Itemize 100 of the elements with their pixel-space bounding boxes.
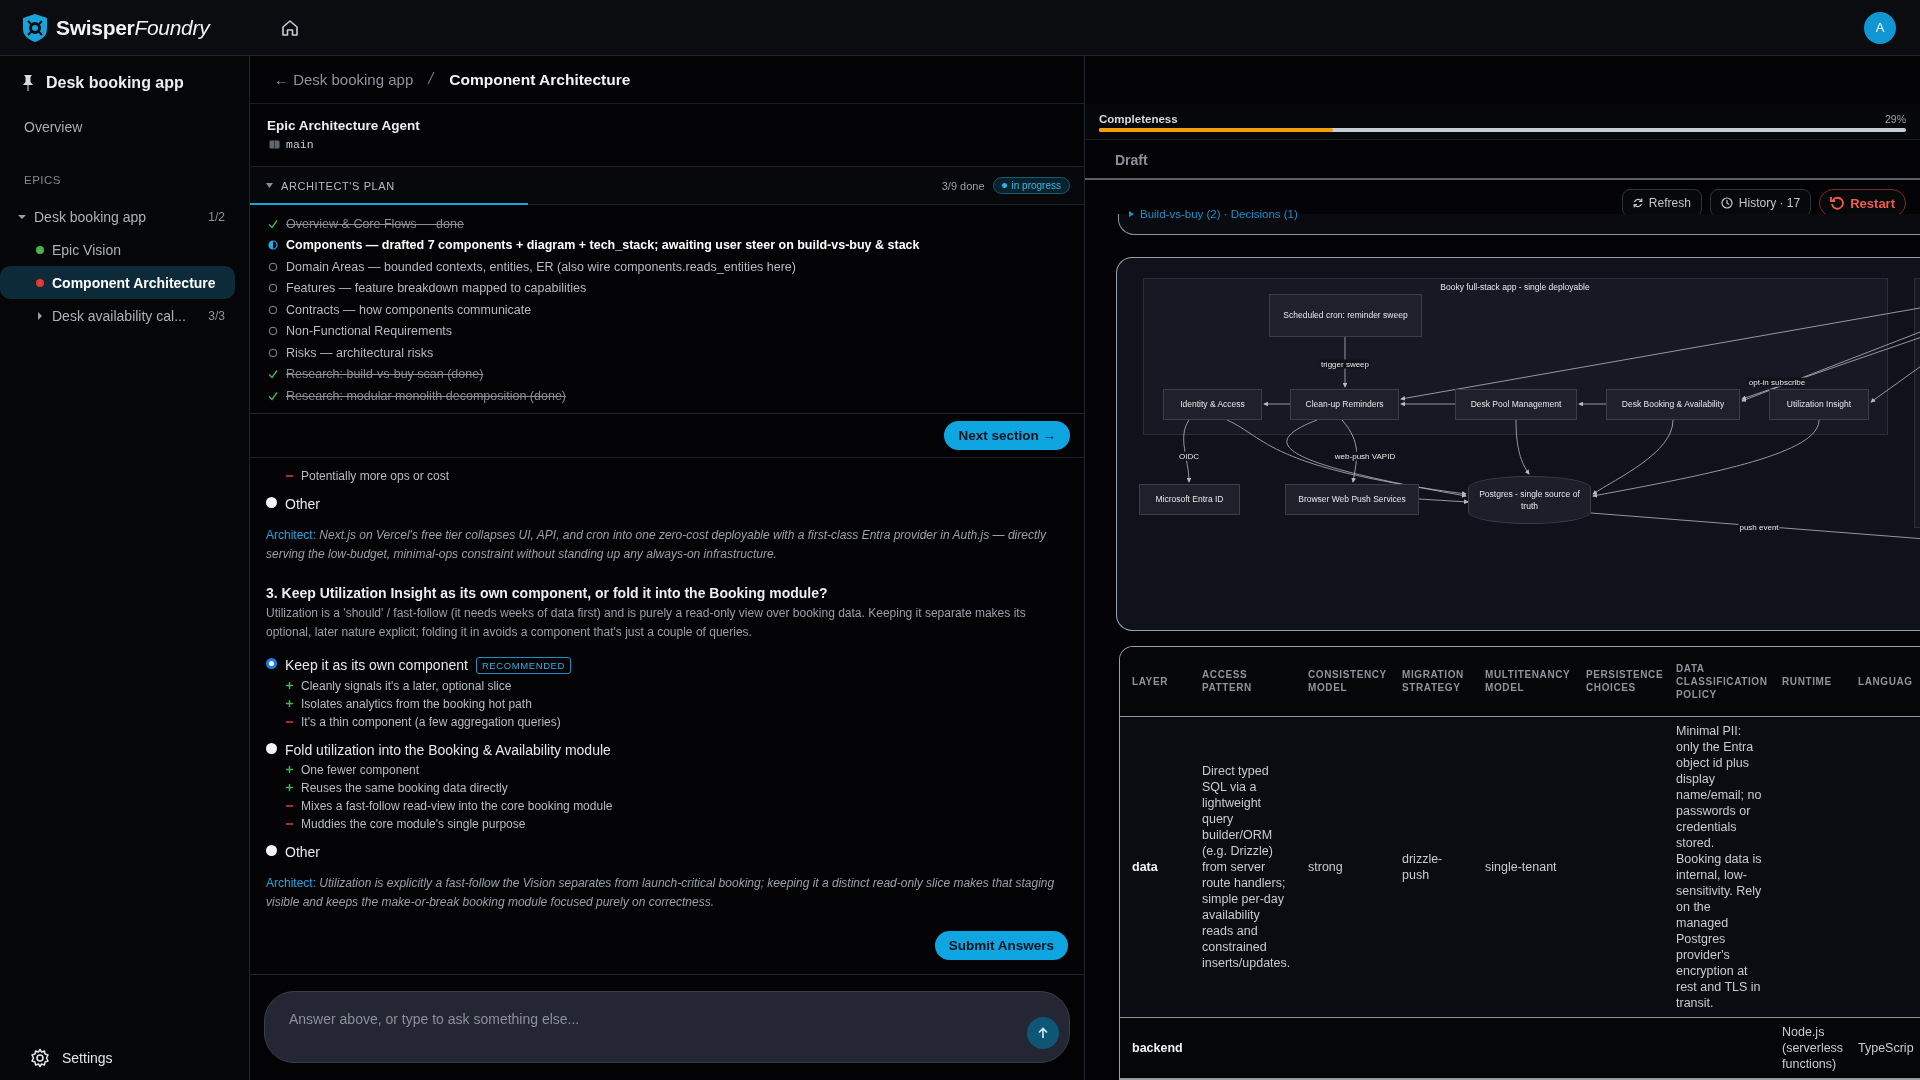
question-description: Utilization is a 'should' / fast-follow (it needs weeks of data first) and is purely a read-only view over booking data. Keeping it separate makes its optional, later nature explicit; folding it in avoids a component that's just a couple of queries. [266,604,1027,641]
tree-item[interactable]: Desk booking app 1/2 [0,200,235,233]
group-label: Booky full-stack app - single deployable [1440,281,1590,292]
plan-item: Overview & Core Flows — done [286,216,464,231]
architect-note: Architect: Next.js on Vercel's free tier collapses UI, API, and cron into one zero-cost deployable with a first-class Entra provider in Auth.js — directly serving the low-budget, minimal-ops constraint without standing up any always-on infrastructure. [266,526,1048,563]
arrow-up-icon [1037,1027,1049,1039]
tree-item[interactable]: Component Architecture [0,266,235,299]
edge-label: trigger sweep [1320,359,1370,368]
option-point: Muddies the core module's single purpose [301,815,526,832]
tree-item-label: Component Architecture [52,274,217,291]
table-cell: single-tenant [1473,716,1574,1018]
database-node: Postgres - single source of truth [1468,475,1591,524]
edge-label: web-push VAPID [1333,451,1397,460]
plan-item: Domain Areas — bounded contexts, entities, ER (also wire components.reads_entities here) [286,259,796,274]
history-button[interactable]: History · 17 [1709,189,1812,217]
tree-item-label: Desk availability cal... [52,307,187,324]
diagram-node: Utilization Insight [1769,388,1869,420]
item-count: 1/2 [208,209,226,224]
question-title: 3. Keep Utilization Insight as its own component, or fold it into the Booking module? [266,584,829,601]
refresh-icon [1632,198,1643,208]
send-button[interactable] [1027,1017,1059,1049]
option-point: Potentially more ops or cost [301,467,450,484]
agent-title: Epic Architecture Agent [267,118,421,133]
table-cell: backend [1120,1017,1190,1079]
page-title: Component Architecture [449,70,631,89]
diagram-node: Browser Web Push Services [1285,483,1419,515]
table-cell: data [1120,716,1190,1018]
radio-button[interactable] [266,742,277,754]
home-icon[interactable] [280,17,300,38]
recommended-badge: RECOMMENDED [475,656,572,674]
caret-down-icon[interactable] [266,183,273,188]
plan-item: Contracts — how components communicate [286,302,532,317]
project-title: Desk booking app [46,74,184,92]
option-label[interactable]: Keep it as its own component [285,657,468,673]
plan-item: Non-Functional Requirements [286,324,453,339]
restart-icon [1830,196,1845,210]
clock-icon [1720,197,1733,209]
diagram-node: Microsoft Entra ID [1139,483,1240,515]
summary-link[interactable]: Build-vs-buy (2) · Decisions (1) [1140,207,1298,220]
logo-icon [22,12,48,43]
settings-link[interactable]: Settings [62,1050,113,1066]
table-cell: Direct typed SQL via a lightweight query builder/ORM (e.g. Drizzle) from server route handlers; simple per-day availability reads and constrained inserts/updates. [1190,716,1296,1018]
completeness-label: Completeness [1099,113,1178,125]
diagram-node: Identity & Access [1163,388,1262,420]
draft-heading: Draft [1085,140,1920,180]
plan-item: Risks — architectural risks [286,345,434,360]
option-point: It's a thin component (a few aggregation queries) [301,713,561,730]
section-header[interactable]: ARCHITECT'S PLAN [281,179,934,192]
restart-button[interactable]: Restart [1819,189,1906,217]
tree-item[interactable]: Epic Vision [0,233,235,266]
radio-button[interactable] [266,658,277,669]
option-label[interactable]: Other [285,843,320,860]
nav-link[interactable]: Overview [0,110,249,144]
plan-item: Research: modular monolith decomposition (done) [286,388,566,403]
breadcrumb-link[interactable]: ← Desk booking app [274,71,414,88]
next-section-button[interactable]: Next section → [944,420,1070,450]
plan-item: Components — drafted 7 components + diagram + tech_stack; awaiting user steer on build-vs-buy & stack [286,238,920,253]
tree-item[interactable]: Desk availability cal... 3/3 [0,299,235,332]
diagram-node: Clean-up Reminders [1290,388,1399,420]
caret-right-icon[interactable] [1129,210,1134,217]
table-cell: Minimal PII: only the Entra object id plus display name/email; no passwords or credentials stored. Booking data is internal, low-sensitivity. Rely on the managed Postgres provider's encryption at rest and TLS in transit. [1664,716,1770,1018]
completeness-value: 29% [1885,113,1906,125]
radio-button[interactable] [266,496,277,508]
submit-answers-button[interactable]: Submit Answers [934,931,1068,960]
slash-icon [427,71,436,85]
section-heading: EPICS [23,173,62,188]
edge-label: opt-in subscribe [1747,377,1807,386]
diagram-node: Scheduled cron: reminder sweep [1269,293,1422,337]
tree-item-label: Epic Vision [52,241,122,258]
progress-count: 3/9 done [941,179,985,192]
status-badge: in progress [992,177,1070,194]
tree-item-label: Desk booking app [34,208,148,225]
option-label[interactable]: Other [285,495,320,512]
settings-icon[interactable] [30,1048,50,1068]
book-icon [269,140,280,149]
option-point: Reuses the same booking data directly [301,779,508,796]
edge-label: OIDC [1178,451,1200,460]
table-cell: TypeScrip [1846,1017,1920,1079]
table-cell: Node.js (serverless functions) [1770,1017,1846,1079]
edge-label: push event [1738,522,1780,531]
message-input[interactable]: Answer above, or type to ask something else... [287,1010,1005,1028]
pin-icon [22,74,34,92]
option-point: Mixes a fast-follow read-view into the core booking module [301,797,613,814]
option-label[interactable]: Fold utilization into the Booking & Availability module [285,741,611,758]
plan-item: Research: build-vs-buy scan (done) [286,367,484,382]
architect-note: Architect: Utilization is explicitly a fast-follow the Vision separates from launch-critical booking; keeping it a distinct read-only slice makes that staging visible and keeps the make-or-break booking module focused purely on correctness. [266,874,1056,911]
caret-down-icon[interactable] [18,212,26,221]
diagram-node: Desk Pool Management [1455,388,1577,420]
option-point: Cleanly signals it's a later, optional slice [301,677,512,694]
refresh-button[interactable]: Refresh [1621,189,1702,217]
option-point: One fewer component [301,761,420,778]
diagram-node: Desk Booking & Availability [1606,388,1740,420]
caret-right-icon[interactable] [36,311,44,320]
radio-button[interactable] [266,844,277,856]
column-header: LAYER [1120,646,1190,717]
item-count: 3/3 [208,308,226,323]
plan-item: Features — feature breakdown mapped to capabilities [286,281,587,296]
branch-name: main [286,138,314,151]
option-point: Isolates analytics from the booking hot path [301,695,532,712]
table-cell: drizzle-push [1390,716,1473,1018]
